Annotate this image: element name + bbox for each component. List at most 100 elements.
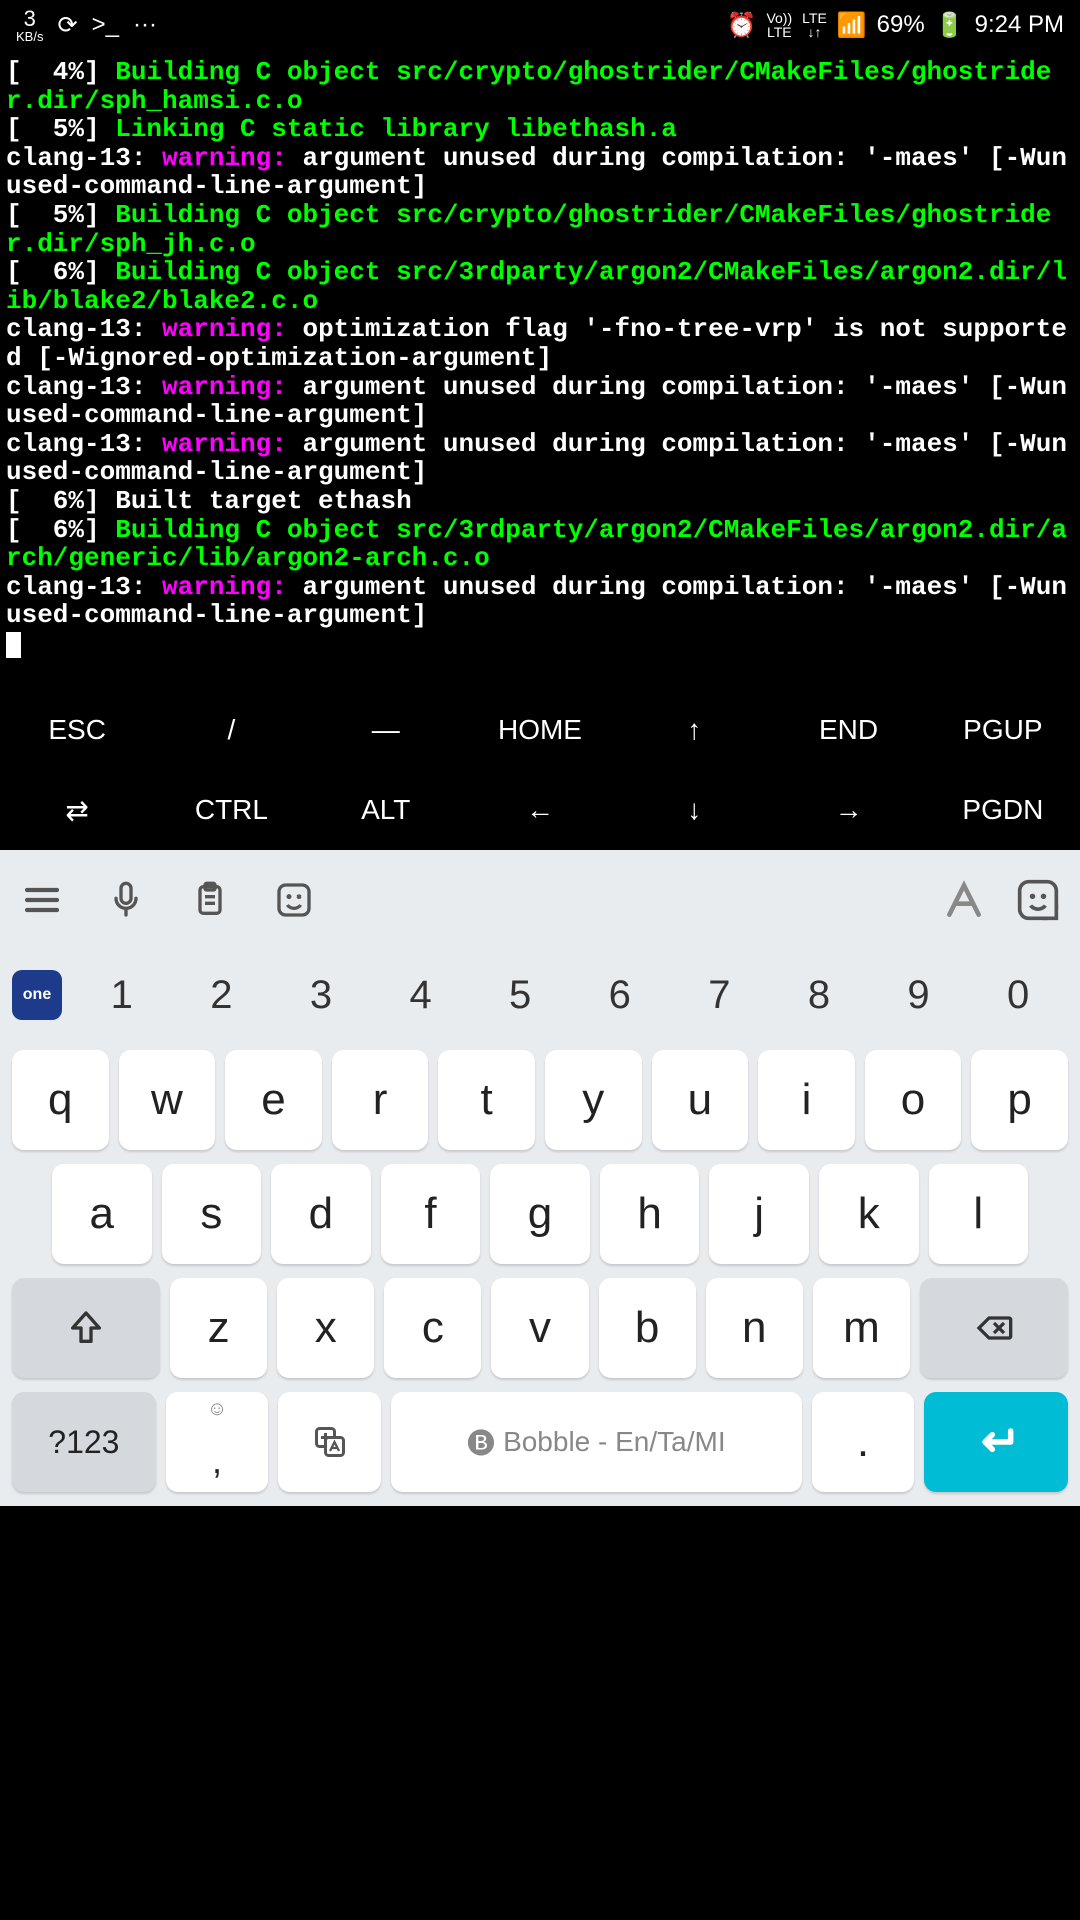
keyboard: qwertyuiop asdfghjkl zxcvbnm ?123 ☺ , 🅑B… <box>0 1040 1080 1506</box>
letter-key-q[interactable]: q <box>12 1050 109 1150</box>
extra-key-↑[interactable]: ↑ <box>617 690 771 770</box>
extra-key-→[interactable]: → <box>771 770 925 850</box>
letter-key-p[interactable]: p <box>971 1050 1068 1150</box>
letter-key-f[interactable]: f <box>381 1164 481 1264</box>
extra-key-end[interactable]: END <box>771 690 925 770</box>
status-right: ⏰ Vo)) LTE LTE ↓↑ 📶 69% 🔋 9:24 PM <box>727 11 1064 40</box>
letter-key-n[interactable]: n <box>706 1278 803 1378</box>
extra-key-alt[interactable]: ALT <box>309 770 463 850</box>
extra-key-/[interactable]: / <box>154 690 308 770</box>
signal-icon: 📶 <box>837 11 867 40</box>
letter-key-y[interactable]: y <box>545 1050 642 1150</box>
letter-key-u[interactable]: u <box>652 1050 749 1150</box>
terminal-extra-keys: ESC/―HOME↑ENDPGUP ⇄CTRLALT←↓→PGDN <box>0 690 1080 850</box>
extra-key-―[interactable]: ― <box>309 690 463 770</box>
terminal-line: clang-13: warning: argument unused durin… <box>6 373 1074 430</box>
more-notifications-icon: ··· <box>133 11 157 39</box>
letter-key-t[interactable]: t <box>438 1050 535 1150</box>
period-key[interactable]: . <box>812 1392 915 1492</box>
shift-key[interactable] <box>12 1278 160 1378</box>
number-key-9[interactable]: 9 <box>869 973 969 1018</box>
letter-key-s[interactable]: s <box>162 1164 262 1264</box>
terminal-prompt-icon: >_ <box>92 11 119 39</box>
mic-icon[interactable] <box>104 878 148 922</box>
letter-key-g[interactable]: g <box>490 1164 590 1264</box>
terminal-line: clang-13: warning: argument unused durin… <box>6 144 1074 201</box>
terminal-line: [ 5%] Linking C static library libethash… <box>6 115 1074 144</box>
terminal-output[interactable]: [ 4%] Building C object src/crypto/ghost… <box>0 50 1080 690</box>
terminal-line: clang-13: warning: argument unused durin… <box>6 430 1074 487</box>
sync-icon: ⟳ <box>57 11 77 40</box>
one-app-badge[interactable]: one <box>12 970 62 1020</box>
letter-key-l[interactable]: l <box>929 1164 1029 1264</box>
extra-key-↓[interactable]: ↓ <box>617 770 771 850</box>
keyboard-row-2: asdfghjkl <box>12 1164 1068 1264</box>
letter-key-m[interactable]: m <box>813 1278 910 1378</box>
letter-key-z[interactable]: z <box>170 1278 267 1378</box>
keyboard-bottom-row: ?123 ☺ , 🅑Bobble - En/Ta/MI . <box>12 1392 1068 1492</box>
keyboard-row-3: zxcvbnm <box>12 1278 1068 1378</box>
alarm-icon: ⏰ <box>727 11 757 40</box>
terminal-line: [ 6%] Building C object src/3rdparty/arg… <box>6 258 1074 315</box>
terminal-line: clang-13: warning: optimization flag '-f… <box>6 315 1074 372</box>
letter-key-e[interactable]: e <box>225 1050 322 1150</box>
letter-key-h[interactable]: h <box>600 1164 700 1264</box>
terminal-line: [ 5%] Building C object src/crypto/ghost… <box>6 201 1074 258</box>
extra-key-⇄[interactable]: ⇄ <box>0 770 154 850</box>
extra-key-esc[interactable]: ESC <box>0 690 154 770</box>
number-key-2[interactable]: 2 <box>172 973 272 1018</box>
number-key-8[interactable]: 8 <box>769 973 869 1018</box>
sticker-icon[interactable] <box>272 878 316 922</box>
enter-key[interactable] <box>924 1392 1068 1492</box>
network-speed: 3 KB/s <box>16 8 43 43</box>
status-bar: 3 KB/s ⟳ >_ ··· ⏰ Vo)) LTE LTE ↓↑ 📶 69% … <box>0 0 1080 50</box>
letter-key-j[interactable]: j <box>709 1164 809 1264</box>
symbols-key[interactable]: ?123 <box>12 1392 156 1492</box>
clipboard-icon[interactable] <box>188 878 232 922</box>
letter-key-w[interactable]: w <box>119 1050 216 1150</box>
letter-key-k[interactable]: k <box>819 1164 919 1264</box>
number-key-5[interactable]: 5 <box>470 973 570 1018</box>
volte-icon: Vo)) LTE <box>766 11 792 39</box>
number-key-6[interactable]: 6 <box>570 973 670 1018</box>
number-key-7[interactable]: 7 <box>670 973 770 1018</box>
extra-key-home[interactable]: HOME <box>463 690 617 770</box>
language-key[interactable] <box>278 1392 381 1492</box>
letter-key-c[interactable]: c <box>384 1278 481 1378</box>
comma-key[interactable]: ☺ , <box>166 1392 269 1492</box>
extra-key-pgup[interactable]: PGUP <box>926 690 1080 770</box>
terminal-line: [ 6%] Built target ethash <box>6 487 1074 516</box>
extra-key-←[interactable]: ← <box>463 770 617 850</box>
font-icon[interactable] <box>942 878 986 922</box>
terminal-line: [ 6%] Building C object src/3rdparty/arg… <box>6 516 1074 573</box>
letter-key-x[interactable]: x <box>277 1278 374 1378</box>
number-row: one 1234567890 <box>0 950 1080 1040</box>
letter-key-b[interactable]: b <box>599 1278 696 1378</box>
spacebar[interactable]: 🅑Bobble - En/Ta/MI <box>391 1392 802 1492</box>
emoji-icon[interactable] <box>1016 878 1060 922</box>
terminal-line: [ 4%] Building C object src/crypto/ghost… <box>6 58 1074 115</box>
letter-key-v[interactable]: v <box>491 1278 588 1378</box>
letter-key-i[interactable]: i <box>758 1050 855 1150</box>
number-key-3[interactable]: 3 <box>271 973 371 1018</box>
lte-icon: LTE ↓↑ <box>802 11 827 39</box>
number-key-0[interactable]: 0 <box>968 973 1068 1018</box>
backspace-key[interactable] <box>920 1278 1068 1378</box>
extra-key-pgdn[interactable]: PGDN <box>926 770 1080 850</box>
keyboard-toolbar <box>0 850 1080 950</box>
terminal-cursor <box>6 632 21 658</box>
emoji-hint-icon: ☺ <box>207 1398 227 1421</box>
battery-icon: 🔋 <box>935 11 965 40</box>
letter-key-r[interactable]: r <box>332 1050 429 1150</box>
number-key-1[interactable]: 1 <box>72 973 172 1018</box>
extra-key-ctrl[interactable]: CTRL <box>154 770 308 850</box>
status-left: 3 KB/s ⟳ >_ ··· <box>16 8 157 43</box>
letter-key-a[interactable]: a <box>52 1164 152 1264</box>
battery-percent: 69% <box>877 11 925 39</box>
menu-icon[interactable] <box>20 878 64 922</box>
letter-key-o[interactable]: o <box>865 1050 962 1150</box>
letter-key-d[interactable]: d <box>271 1164 371 1264</box>
terminal-line: clang-13: warning: argument unused durin… <box>6 573 1074 630</box>
number-key-4[interactable]: 4 <box>371 973 471 1018</box>
keyboard-row-1: qwertyuiop <box>12 1050 1068 1150</box>
